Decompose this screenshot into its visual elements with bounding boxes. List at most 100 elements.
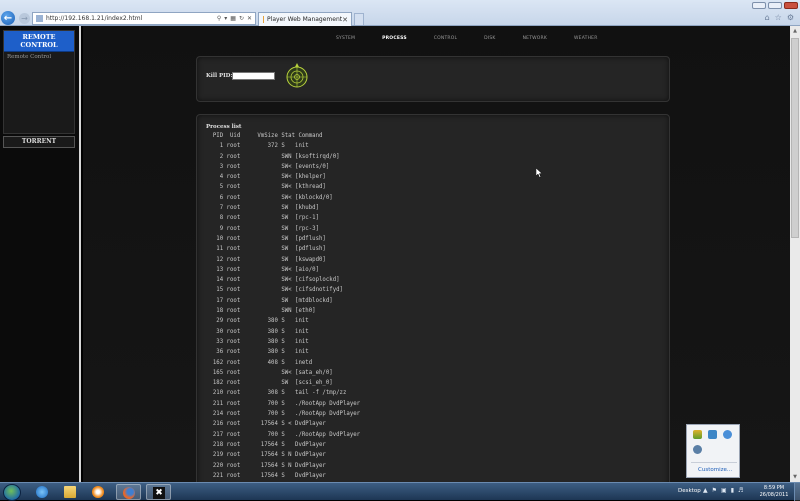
nav-network[interactable]: NETWORK — [523, 36, 547, 41]
process-row: 182 root SW [scsi_eh_0] — [206, 380, 333, 387]
separator — [691, 462, 737, 463]
volume-icon[interactable]: ♬ — [738, 487, 743, 494]
process-row: 6 root SW< [kblockd/0] — [206, 194, 333, 201]
maximize-button[interactable] — [768, 2, 782, 9]
process-row: 221 root 17564 S DvdPlayer — [206, 472, 326, 479]
dropdown-icon[interactable]: ▾ — [224, 15, 227, 22]
show-hidden-icons-icon[interactable]: ▲ — [703, 487, 708, 494]
sync-icon[interactable] — [693, 445, 702, 454]
minimize-button[interactable] — [752, 2, 766, 9]
system-tray: ▲ ⚑ ▣ ▮ ♬ — [703, 487, 743, 494]
close-window-button[interactable] — [784, 2, 798, 9]
process-row: 214 root 700 S ./RootApp DvdPlayer — [206, 411, 361, 418]
process-row: 10 root SW [pdflush] — [206, 235, 326, 242]
scroll-thumb[interactable] — [791, 38, 799, 238]
process-list-panel: Process list PID Uid VmSize Stat Command… — [196, 114, 670, 482]
clock[interactable]: 8:59 PM 26/08/2011 — [759, 485, 789, 499]
tab-favicon-icon — [263, 16, 265, 23]
nav-control[interactable]: CONTROL — [434, 36, 457, 41]
stop-icon[interactable]: ✕ — [247, 15, 252, 22]
taskbar-media-player-button[interactable] — [86, 484, 111, 500]
process-table: PID Uid VmSize Stat Command 1 root 372 S… — [206, 131, 360, 481]
address-bar-icons: ⚲ ▾ ▦ ↻ ✕ — [217, 15, 255, 22]
process-row: 15 root SW< [cifsdnotifyd] — [206, 287, 343, 294]
clock-time: 8:59 PM — [763, 485, 785, 491]
tab-title: Player Web Management — [267, 16, 343, 23]
action-center-flag-icon[interactable]: ⚑ — [712, 487, 717, 494]
process-row: 17 root SW [mtdblockd] — [206, 297, 333, 304]
scroll-up-arrow-icon[interactable]: ▲ — [790, 26, 800, 36]
main-area: SYSTEM PROCESS CONTROL DISK NETWORK WEAT… — [83, 26, 790, 482]
power-icon[interactable]: ▮ — [731, 487, 734, 494]
back-button[interactable]: ← — [1, 11, 15, 25]
network-icon[interactable]: ▣ — [721, 487, 727, 494]
process-row: 220 root 17564 S N DvdPlayer — [206, 462, 326, 469]
process-row: 3 root SW< [events/0] — [206, 163, 330, 170]
process-row: 30 root 380 S init — [206, 328, 309, 335]
kill-pid-panel: Kill PID: — [196, 56, 670, 102]
page-favicon-icon — [36, 15, 43, 22]
taskbar-xbmc-button[interactable]: ✖ — [146, 484, 171, 500]
process-row: 36 root 380 S init — [206, 349, 309, 356]
search-icon[interactable]: ⚲ — [217, 15, 221, 22]
process-rows: 1 root 372 S init 2 root SWN [ksoftirqd/… — [206, 141, 360, 481]
nav-system[interactable]: SYSTEM — [336, 36, 355, 41]
bluetooth-icon[interactable] — [723, 430, 732, 439]
clock-date: 26/08/2011 — [759, 492, 789, 498]
taskbar-explorer-button[interactable] — [58, 484, 83, 500]
refresh-icon[interactable]: ↻ — [239, 15, 244, 22]
remote-control-link[interactable]: Remote Control — [4, 52, 74, 62]
crosshair-target-icon[interactable] — [285, 62, 309, 88]
process-row: 1 root 372 S init — [206, 143, 309, 150]
torrent-box[interactable]: TORRENT — [3, 136, 75, 148]
process-row: 217 root 700 S ./RootApp DvdPlayer — [206, 431, 361, 438]
process-row: 11 root SW [pdflush] — [206, 246, 326, 253]
process-row: 33 root 380 S init — [206, 338, 309, 345]
tab-close-icon[interactable]: ✕ — [342, 16, 351, 24]
back-arrow-icon: ← — [3, 12, 13, 24]
compat-view-icon[interactable]: ▦ — [230, 15, 236, 22]
process-row: 7 root SW [khubd] — [206, 205, 319, 212]
vertical-scrollbar[interactable]: ▲ ▼ — [790, 26, 800, 482]
tools-gear-icon[interactable]: ⚙ — [787, 13, 794, 22]
taskbar-ie-button[interactable] — [30, 484, 55, 500]
browser-chrome: ← → http://192.168.1.21/index2.html ⚲ ▾ … — [0, 0, 800, 26]
process-row: 211 root 700 S ./RootApp DvdPlayer — [206, 400, 361, 407]
firefox-icon — [123, 487, 135, 499]
process-row: 13 root SW< [aio/0] — [206, 266, 319, 273]
scroll-down-arrow-icon[interactable]: ▼ — [790, 472, 800, 482]
network-monitor-icon[interactable] — [708, 430, 717, 439]
nav-weather[interactable]: WEATHER — [574, 36, 598, 41]
url-text[interactable]: http://192.168.1.21/index2.html — [46, 15, 217, 22]
media-player-icon — [92, 486, 104, 498]
process-row: 216 root 17564 S < DvdPlayer — [206, 421, 326, 428]
show-desktop-button[interactable] — [794, 483, 800, 501]
desktop-toolbar-label[interactable]: Desktop — [678, 488, 701, 494]
start-button[interactable] — [3, 484, 21, 501]
kill-pid-label: Kill PID: — [206, 73, 233, 79]
nav-process[interactable]: PROCESS — [382, 36, 407, 41]
process-row: 162 root 408 S inetd — [206, 359, 313, 366]
notification-tray-popup: Customize... — [686, 424, 740, 478]
process-row: 12 root SW [kswapd0] — [206, 256, 326, 263]
favorites-star-icon[interactable]: ☆ — [775, 13, 782, 22]
remote-control-box: REMOTE CONTROL Remote Control — [3, 30, 75, 134]
security-shield-icon[interactable] — [693, 430, 702, 439]
tab-player-web-management[interactable]: Player Web Management ✕ — [258, 12, 352, 26]
taskbar: ✖ Desktop ▲ ⚑ ▣ ▮ ♬ 8:59 PM 26/08/2011 — [0, 482, 800, 501]
process-row: 8 root SW [rpc-1] — [206, 215, 319, 222]
taskbar-firefox-button[interactable] — [116, 484, 141, 500]
browser-right-icons: ⌂ ☆ ⚙ — [765, 13, 794, 22]
new-tab-button[interactable] — [354, 13, 364, 25]
remote-control-header: REMOTE CONTROL — [4, 31, 74, 52]
process-row: 18 root SWN [eth0] — [206, 308, 316, 315]
sidebar: REMOTE CONTROL Remote Control TORRENT — [0, 26, 81, 482]
forward-button[interactable]: → — [19, 13, 30, 24]
page-content: REMOTE CONTROL Remote Control TORRENT SY… — [0, 26, 790, 482]
kill-pid-input[interactable] — [232, 72, 275, 80]
customize-link[interactable]: Customize... — [698, 467, 732, 473]
nav-disk[interactable]: DISK — [484, 36, 495, 41]
address-bar[interactable]: http://192.168.1.21/index2.html ⚲ ▾ ▦ ↻ … — [32, 12, 256, 25]
process-row: 9 root SW [rpc-3] — [206, 225, 319, 232]
home-icon[interactable]: ⌂ — [765, 13, 770, 22]
